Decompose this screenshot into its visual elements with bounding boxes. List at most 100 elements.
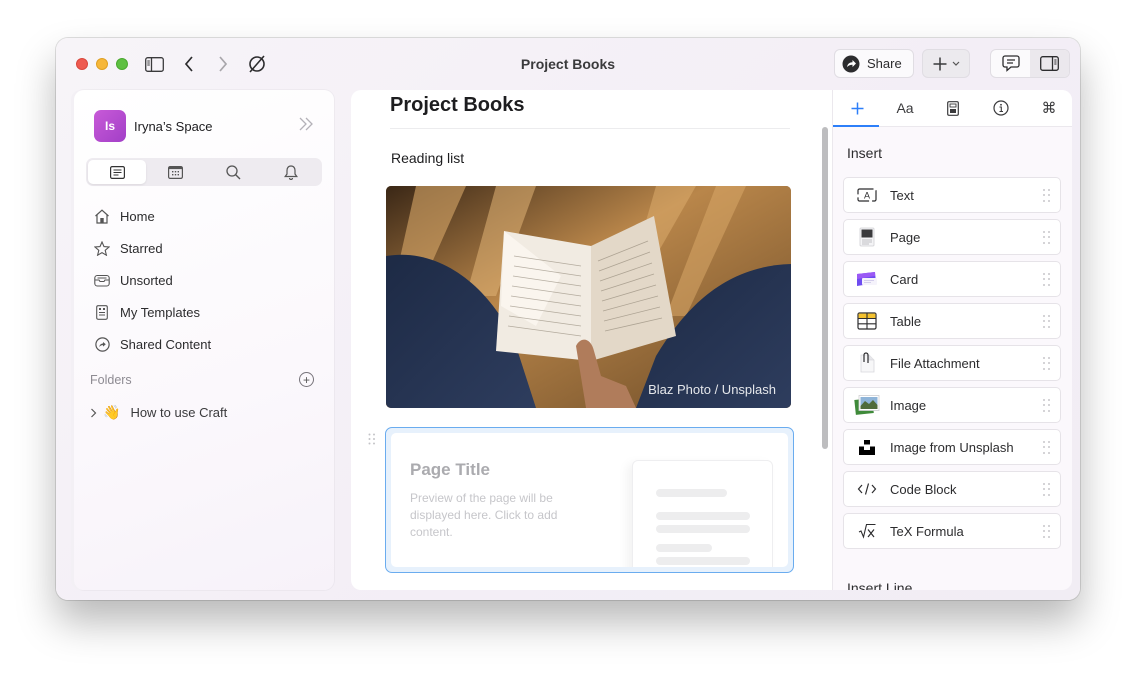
insert-item-image[interactable]: Image	[843, 387, 1061, 423]
inspector-panel: Aa ⌘ Insert A Text Page Card Table File …	[832, 90, 1072, 590]
grip-icon[interactable]	[1043, 357, 1051, 371]
page-card-block[interactable]: Page Title Preview of the page will be d…	[385, 427, 794, 573]
sidebar-tab-search[interactable]	[204, 160, 262, 184]
code-icon	[857, 483, 877, 495]
insert-line-section-header: Insert Line	[847, 580, 913, 590]
sidebar-item-starred[interactable]: Starred	[92, 232, 316, 264]
tray-icon	[94, 274, 110, 287]
tab-page-format[interactable]	[929, 90, 977, 126]
page-icon	[859, 227, 875, 247]
image-credit[interactable]: Blaz Photo / Unsplash	[648, 382, 776, 397]
chevron-right-icon[interactable]	[90, 408, 97, 418]
toggle-sidebar-button[interactable]	[142, 52, 166, 76]
close-window-button[interactable]	[76, 58, 88, 70]
sidebar-tabs	[86, 158, 322, 186]
insert-item-label: TeX Formula	[890, 523, 964, 539]
sidebar-tab-notifications[interactable]	[262, 160, 320, 184]
focus-mode-button[interactable]	[245, 52, 269, 76]
minimize-window-button[interactable]	[96, 58, 108, 70]
insert-item-code-block[interactable]: Code Block	[843, 471, 1061, 507]
placeholder-line	[656, 512, 750, 520]
grip-icon[interactable]	[1043, 231, 1051, 245]
document-icon	[109, 165, 125, 179]
folder-item[interactable]: 👋 How to use Craft	[90, 404, 227, 421]
sidebar-nav: Home Starred Unsorted My Templates Share…	[92, 200, 316, 360]
folder-label: How to use Craft	[130, 405, 228, 420]
insert-list: A Text Page Card Table File Attachment I…	[843, 177, 1061, 555]
editor-scrollbar[interactable]	[822, 127, 828, 449]
insert-item-tex-formula[interactable]: TeX Formula	[843, 513, 1061, 549]
sidebar-tab-documents[interactable]	[88, 160, 146, 184]
bell-icon	[284, 164, 298, 180]
svg-text:A: A	[864, 191, 870, 201]
comments-toggle[interactable]	[991, 50, 1030, 77]
block-drag-handle[interactable]	[368, 433, 376, 445]
page-format-icon	[947, 100, 959, 116]
placeholder-line	[656, 544, 712, 552]
tab-shortcuts[interactable]: ⌘	[1025, 90, 1072, 126]
sidebar-item-home[interactable]: Home	[92, 200, 316, 232]
plus-icon	[933, 57, 946, 70]
insert-item-page[interactable]: Page	[843, 219, 1061, 255]
space-name: Iryna’s Space	[134, 118, 213, 134]
forward-button[interactable]	[211, 52, 235, 76]
grip-icon[interactable]	[1043, 315, 1051, 329]
document-title[interactable]: Project Books	[390, 94, 524, 117]
grip-icon[interactable]	[1043, 273, 1051, 287]
sidebar-item-label: Shared Content	[120, 336, 212, 352]
add-menu-button[interactable]	[922, 49, 970, 78]
sidebar-item-label: Home	[120, 208, 155, 224]
sidebar-item-shared-content[interactable]: Shared Content	[92, 328, 316, 360]
insert-item-card[interactable]: Card	[843, 261, 1061, 297]
insert-item-text[interactable]: A Text	[843, 177, 1061, 213]
sidebar-item-label: Unsorted	[120, 272, 173, 288]
collapse-sidebar-button[interactable]	[298, 117, 314, 136]
inspector-toggle[interactable]	[1030, 50, 1069, 77]
grip-icon[interactable]	[1043, 525, 1051, 539]
comment-icon	[1001, 55, 1020, 72]
sidebar-item-my-templates[interactable]: My Templates	[92, 296, 316, 328]
add-folder-button[interactable]: +	[299, 372, 314, 387]
card-icon	[857, 272, 877, 286]
insert-section-header: Insert	[847, 145, 883, 161]
tab-insert[interactable]	[833, 90, 881, 127]
sidebar: Is Iryna’s Space Home Starred Unsorted M…	[74, 90, 334, 590]
space-switcher[interactable]: Is Iryna’s Space	[94, 110, 314, 142]
template-icon	[96, 304, 108, 320]
page-card-preview: Page Title Preview of the page will be d…	[391, 433, 788, 567]
placeholder-line	[656, 489, 727, 497]
zoom-window-button[interactable]	[116, 58, 128, 70]
back-button[interactable]	[177, 52, 201, 76]
page-preview-illustration	[632, 460, 773, 567]
insert-item-table[interactable]: Table	[843, 303, 1061, 339]
reading-book-photo	[386, 186, 791, 408]
grip-icon[interactable]	[1043, 399, 1051, 413]
waving-hand-icon: 👋	[103, 404, 121, 420]
folders-header: Folders +	[90, 372, 314, 387]
sidebar-item-unsorted[interactable]: Unsorted	[92, 264, 316, 296]
tab-info[interactable]	[977, 90, 1025, 126]
chevron-left-icon	[184, 56, 193, 72]
grip-icon	[368, 433, 375, 445]
insert-item-label: Table	[890, 313, 922, 329]
insert-item-label: Image from Unsplash	[890, 439, 1014, 455]
share-button[interactable]: Share	[834, 49, 914, 78]
title-bar: Project Books Share	[56, 38, 1080, 90]
space-avatar: Is	[94, 110, 126, 142]
star-icon	[94, 240, 110, 256]
grip-icon[interactable]	[1043, 189, 1051, 203]
tab-style[interactable]: Aa	[881, 90, 929, 126]
insert-item-image-from-unsplash[interactable]: Image from Unsplash	[843, 429, 1061, 465]
sidebar-tab-calendar[interactable]	[146, 160, 204, 184]
grip-icon[interactable]	[1043, 483, 1051, 497]
grip-icon[interactable]	[1043, 441, 1051, 455]
insert-item-file-attachment[interactable]: File Attachment	[843, 345, 1061, 381]
info-icon	[993, 100, 1009, 116]
formula-icon	[858, 523, 876, 539]
share-icon	[842, 55, 860, 72]
image-block[interactable]: Blaz Photo / Unsplash	[386, 186, 791, 408]
sidebar-item-label: My Templates	[120, 304, 200, 320]
plus-circle-icon: +	[302, 372, 310, 387]
text-block[interactable]: Reading list	[391, 150, 464, 166]
table-icon	[857, 312, 877, 330]
